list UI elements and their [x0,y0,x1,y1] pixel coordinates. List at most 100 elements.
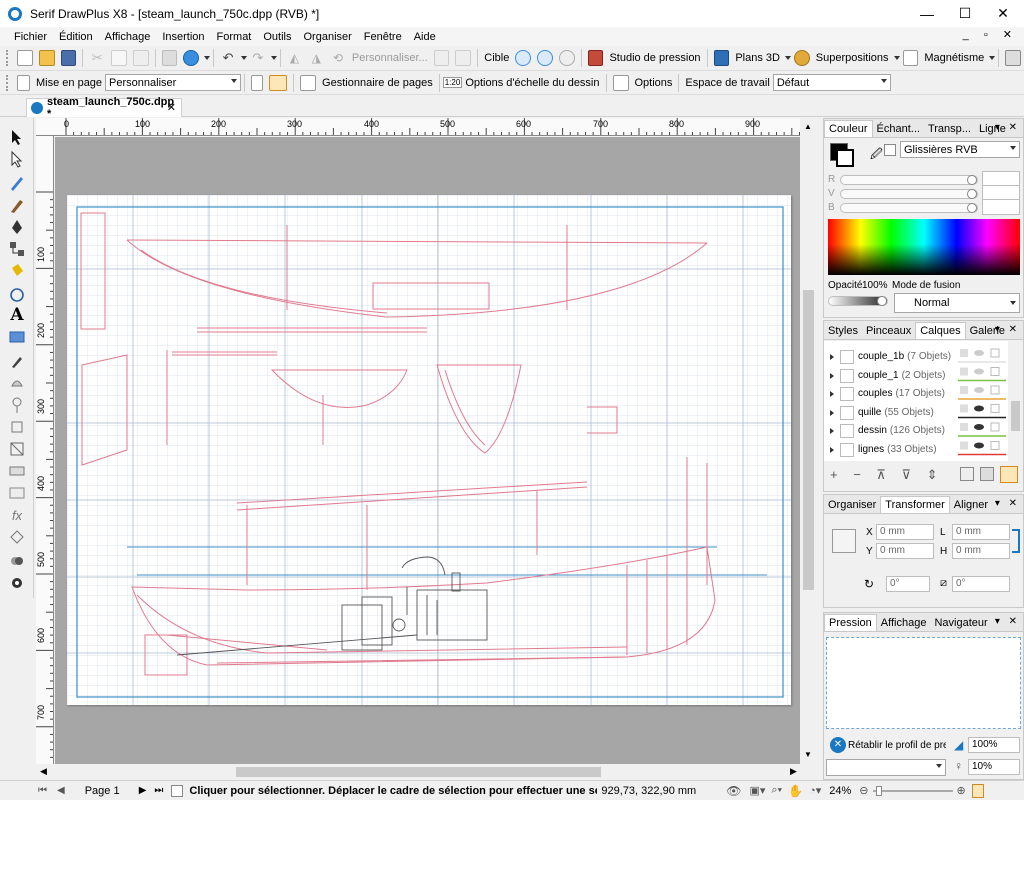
undo-icon[interactable]: ↶ [220,50,236,66]
fit-page-icon[interactable] [971,783,984,798]
connector-tool-icon[interactable] [8,240,26,258]
tab-pression[interactable]: Pression [824,614,877,631]
vertical-scrollbar[interactable]: ▲ ▼ [800,118,817,764]
view-mode-icon[interactable]: ▣▾ [749,784,765,797]
horizontal-scroll-thumb[interactable] [236,767,601,777]
shear-input[interactable]: 0° [952,576,1010,592]
overlays-icon[interactable] [793,50,810,66]
drawing-page[interactable] [67,195,791,705]
zoom-options-icon[interactable]: ◔▾ [809,784,821,797]
tab-pinceaux[interactable]: Pinceaux [862,323,915,339]
scroll-right-icon[interactable]: ▶ [790,766,797,777]
page-indicator[interactable]: Page 1 [85,785,135,797]
studio-pression-button[interactable]: Studio de pression [606,52,703,64]
menu-outils[interactable]: Outils [257,31,297,43]
drawing-canvas[interactable] [55,137,800,764]
redo-icon[interactable]: ↷ [250,50,266,66]
target-icon[interactable] [515,50,532,66]
tab-organiser[interactable]: Organiser [824,497,880,513]
opacity-slider[interactable] [828,296,888,306]
menu-edition[interactable]: Édition [53,31,99,43]
transparency-tool-icon[interactable] [8,374,26,392]
rotation-input[interactable]: 0° [886,576,930,592]
workspace-dropdown[interactable]: Défaut [772,74,891,91]
zoom-tool-icon[interactable]: ⌕▾ [771,784,782,797]
eyedropper-icon[interactable]: 🖉 [870,145,883,166]
pressure-profile-dropdown[interactable] [826,759,946,776]
blend-tool-icon[interactable] [8,552,26,570]
stamp-tool-icon[interactable] [8,528,26,546]
layer-actions[interactable]: + − ⊼ ⊽ ⇕ [830,467,944,483]
pressure-studio-icon[interactable] [587,50,604,66]
brush-tool-icon[interactable] [8,196,26,214]
maximize-button[interactable]: ☐ [946,0,984,27]
formula-tool-icon[interactable]: fx [8,508,26,526]
h-input[interactable]: 0 mm [952,543,1010,559]
gear-tool-icon[interactable] [8,574,26,592]
personnaliser-button[interactable]: Personnaliser... [349,52,431,64]
toolbar-grip[interactable] [6,50,10,66]
plans3d-button[interactable]: Plans 3D [732,52,783,64]
flip-horizontal-icon[interactable]: ◭ [287,50,303,66]
menu-insertion[interactable]: Insertion [156,31,210,43]
scale-icon[interactable]: 1:20 [442,77,463,88]
color-spectrum[interactable] [828,219,1020,275]
magnetisme-button[interactable]: Magnétisme [921,52,987,64]
menu-format[interactable]: Format [211,31,258,43]
landscape-icon[interactable] [269,74,288,91]
reset-profile-icon[interactable]: ✕ [830,737,846,753]
page-manager-icon[interactable] [300,74,317,91]
anchor-point-selector[interactable] [832,529,856,553]
vertical-ruler[interactable]: 100 200 300 400 500 600 700 [36,136,54,764]
reset-profile-button[interactable]: Rétablir le profil de press [848,740,946,751]
scroll-up-icon[interactable]: ▲ [804,122,812,131]
slider-r[interactable] [840,175,978,185]
menu-fichier[interactable]: Fichier [0,31,53,43]
format-painter-icon[interactable] [161,50,178,66]
document-tab[interactable]: steam_launch_750c.dpp * ✕ [26,96,182,120]
layer-status-icons[interactable] [958,341,1008,461]
tab-affichage[interactable]: Affichage [877,615,931,631]
ungroup-icon[interactable] [455,50,472,66]
gestionnaire-pages-button[interactable]: Gestionnaire de pages [319,77,436,89]
tab-transformer[interactable]: Transformer [880,496,950,513]
superpositions-button[interactable]: Superpositions [813,52,892,64]
layer-properties-icon[interactable] [1000,466,1018,483]
flip-vertical-icon[interactable]: ◮ [308,50,324,66]
page-setup-icon[interactable] [17,74,30,91]
close-tab-icon[interactable]: ✕ [167,101,176,114]
y-input[interactable]: 0 mm [876,543,934,559]
zoom-slider[interactable] [872,785,953,796]
menu-fenetre[interactable]: Fenêtre [358,31,408,43]
tab-styles[interactable]: Styles [824,323,862,339]
pencil-tool-icon[interactable] [8,174,26,192]
save-icon[interactable] [60,50,77,66]
blend-mode-dropdown[interactable]: Normal [894,293,1020,313]
l-input[interactable]: 0 mm [952,524,1010,540]
pressure-max-input[interactable]: 100% [968,737,1020,753]
x-input[interactable]: 0 mm [876,524,934,540]
first-page-icon[interactable]: ⏮ [38,785,47,796]
pushpin-tool-icon[interactable] [8,396,26,414]
options-icon[interactable] [612,74,629,91]
fill-tool-icon[interactable] [8,262,26,280]
boat-plan-drawing[interactable] [67,195,791,705]
print-icon[interactable] [1005,50,1021,66]
color-picker-tool-icon[interactable] [8,352,26,370]
portrait-icon[interactable] [251,74,264,91]
panel-menu-icon[interactable]: ▾ ✕ [995,498,1020,509]
table-tool-icon[interactable] [8,484,26,502]
view-icon[interactable]: 👁 [726,784,741,798]
mdi-controls[interactable]: _ ▫ ✕ [963,28,1018,41]
panel-menu-icon[interactable]: ▾ ✕ [995,324,1020,335]
layer-paint-icon[interactable] [980,467,994,481]
hand-tool-icon[interactable]: ✋ [788,784,803,798]
zoom-out-icon[interactable]: ⊖ [859,784,868,797]
panel-menu-icon[interactable]: ▾ ✕ [995,616,1020,627]
color-mode-dropdown[interactable]: Glissières RVB [900,141,1020,158]
node-tool-icon[interactable] [8,150,26,168]
zoom-level[interactable]: 24% [829,785,851,797]
group-icon[interactable] [433,50,450,66]
tab-navigateur[interactable]: Navigateur [930,615,991,631]
horizontal-ruler[interactable]: 0 100 200 300 400 500 600 700 800 900 [36,118,800,136]
